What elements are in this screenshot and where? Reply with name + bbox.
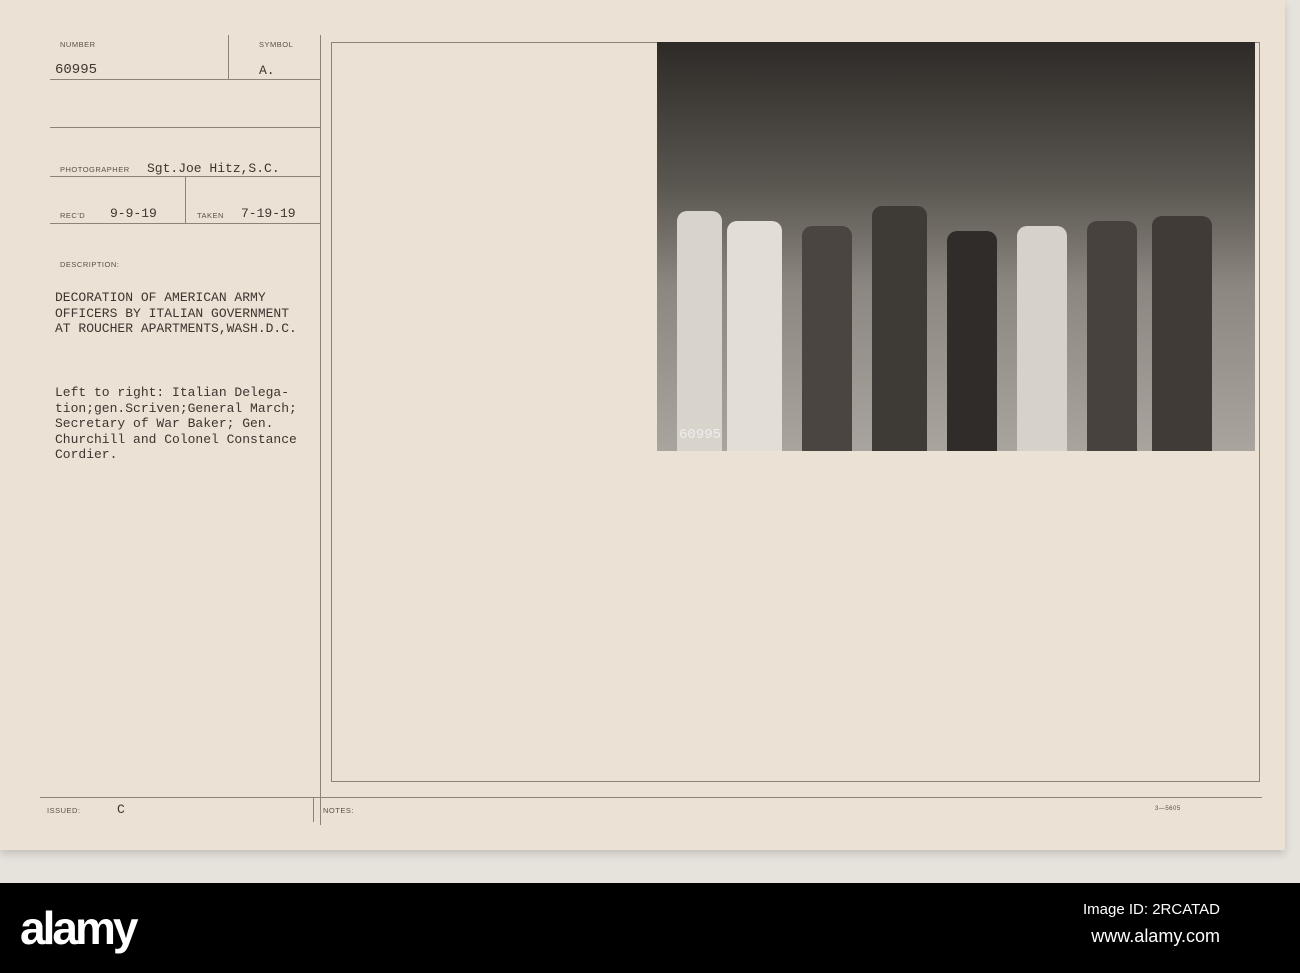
symbol-label: SYMBOL bbox=[259, 40, 294, 49]
column-divider bbox=[320, 35, 321, 825]
alamy-logo: alamy bbox=[20, 902, 138, 954]
recd-value: 9-9-19 bbox=[110, 206, 157, 221]
taken-label: TAKEN bbox=[197, 211, 224, 220]
issued-label: ISSUED: bbox=[47, 806, 81, 815]
watermark-footer: alamy Image ID: 2RCATAD www.alamy.com bbox=[0, 883, 1300, 973]
divider bbox=[228, 35, 229, 80]
site-url: www.alamy.com bbox=[1091, 926, 1220, 946]
notes-label: NOTES: bbox=[323, 806, 354, 815]
divider bbox=[50, 79, 320, 80]
symbol-value: A. bbox=[259, 63, 275, 78]
divider bbox=[50, 223, 320, 224]
number-value: 60995 bbox=[55, 62, 98, 78]
divider bbox=[313, 797, 314, 822]
image-id: Image ID: 2RCATAD bbox=[1083, 901, 1220, 918]
divider bbox=[40, 797, 1262, 798]
number-label: NUMBER bbox=[60, 40, 96, 49]
taken-value: 7-19-19 bbox=[241, 206, 296, 221]
recd-label: REC'D bbox=[60, 211, 86, 220]
photograph: 60995 bbox=[657, 42, 1255, 451]
issued-value: C bbox=[117, 802, 125, 817]
caption-text: Left to right: Italian Delega- tion;gen.… bbox=[55, 385, 297, 462]
description-text: DECORATION OF AMERICAN ARMY OFFICERS BY … bbox=[55, 290, 297, 336]
description-label: DESCRIPTION: bbox=[60, 260, 120, 269]
form-code: 3—5605 bbox=[1155, 806, 1181, 812]
archive-card: NUMBER 60995 SYMBOL A. PHOTOGRAPHER Sgt.… bbox=[0, 0, 1285, 850]
photographer-label: PHOTOGRAPHER bbox=[60, 165, 130, 174]
divider bbox=[50, 127, 320, 128]
divider bbox=[185, 176, 186, 223]
photo-number: 60995 bbox=[679, 427, 722, 443]
photographer-value: Sgt.Joe Hitz,S.C. bbox=[147, 161, 280, 176]
